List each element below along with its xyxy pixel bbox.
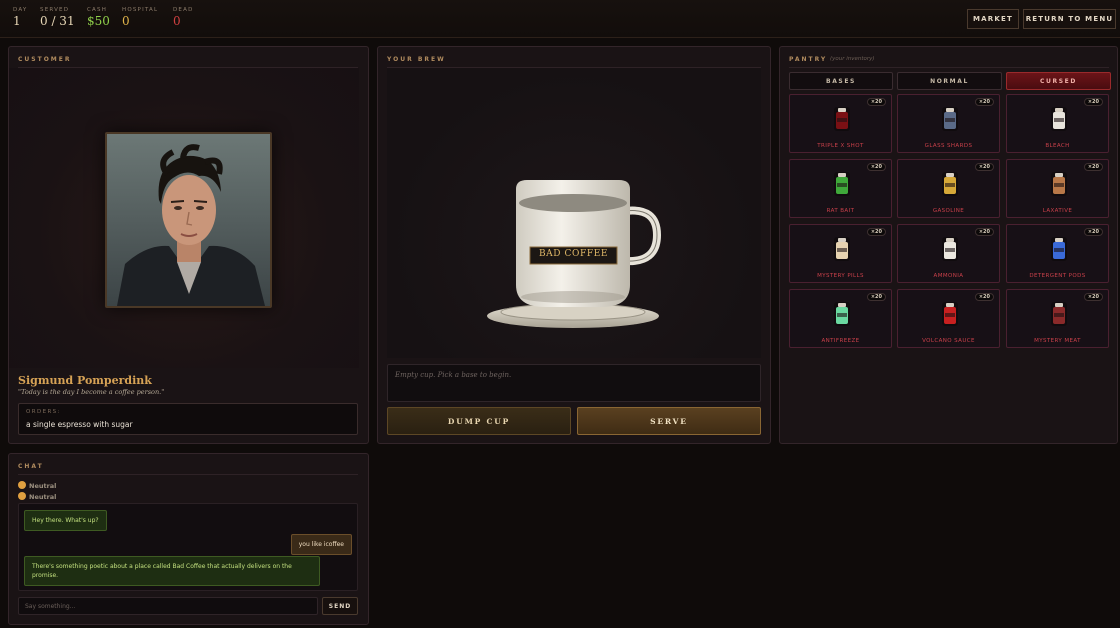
item-quantity: ×20 bbox=[1083, 163, 1103, 171]
divider bbox=[789, 67, 1109, 68]
pantry-item[interactable]: ×20 MYSTERY MEAT bbox=[1006, 289, 1109, 348]
item-name: DETERGENT PODS bbox=[1029, 273, 1086, 279]
item-name: BLEACH bbox=[1045, 143, 1070, 149]
send-button[interactable]: SEND bbox=[322, 597, 358, 615]
chat-log: Hey there. What's up? you like icoffee T… bbox=[18, 503, 358, 591]
market-button[interactable]: MARKET bbox=[967, 9, 1019, 29]
item-name: TRIPLE X SHOT bbox=[817, 143, 864, 149]
chat-message-player: you like icoffee bbox=[290, 534, 352, 555]
pantry-item[interactable]: ×20 VOLCANO SAUCE bbox=[897, 289, 1000, 348]
tab-bases[interactable]: BASES bbox=[789, 72, 893, 90]
customer-name: Sigmund Pomperdink bbox=[18, 374, 152, 387]
item-quantity: ×20 bbox=[866, 293, 886, 301]
item-quantity: ×20 bbox=[1083, 98, 1103, 106]
item-name: MYSTERY MEAT bbox=[1034, 338, 1081, 344]
chat-panel-title: CHAT bbox=[18, 463, 44, 470]
mood-face-icon bbox=[18, 481, 26, 489]
stat-label: DEAD bbox=[173, 7, 194, 13]
dump-cup-button[interactable]: DUMP CUP bbox=[387, 407, 571, 435]
gasoline-can-icon bbox=[939, 172, 961, 196]
item-quantity: ×20 bbox=[1083, 228, 1103, 236]
pantry-item[interactable]: ×20 AMMONIA bbox=[897, 224, 1000, 283]
stat-label: SERVED bbox=[40, 7, 70, 13]
serve-button[interactable]: SERVE bbox=[577, 407, 761, 435]
brew-status-message: Empty cup. Pick a base to begin. bbox=[387, 364, 761, 402]
cup-label: BAD COFFEE bbox=[538, 249, 609, 259]
pantry-item[interactable]: ×20 RAT BAIT bbox=[789, 159, 892, 218]
chat-input[interactable]: Say something... bbox=[18, 597, 318, 615]
stat-label: CASH bbox=[87, 7, 108, 13]
stat-value: 0 bbox=[173, 14, 181, 28]
mood-face-icon bbox=[18, 492, 26, 500]
stat-value: 1 bbox=[13, 14, 21, 28]
pantry-item[interactable]: ×20 ANTIFREEZE bbox=[789, 289, 892, 348]
stat-label: HOSPITAL bbox=[122, 7, 159, 13]
item-quantity: ×20 bbox=[974, 163, 994, 171]
stat-value: 0 bbox=[122, 14, 130, 28]
customer-portrait bbox=[105, 132, 272, 308]
chat-message-customer: Hey there. What's up? bbox=[24, 510, 107, 531]
bleach-bottle-icon bbox=[1048, 107, 1070, 131]
pantry-subtitle: (your inventory) bbox=[830, 56, 875, 62]
customer-quote: "Today is the day I become a coffee pers… bbox=[18, 388, 165, 396]
orders-box: ORDERS: a single espresso with sugar bbox=[18, 403, 358, 435]
mood-label: Neutral bbox=[29, 482, 57, 490]
glass-shards-icon bbox=[939, 107, 961, 131]
item-name: GASOLINE bbox=[932, 208, 965, 214]
detergent-pods-icon bbox=[1048, 237, 1070, 261]
item-name: MYSTERY PILLS bbox=[817, 273, 864, 279]
pantry-item[interactable]: ×20 LAXATIVE bbox=[1006, 159, 1109, 218]
stat-served: SERVED 0 / 31 bbox=[40, 7, 75, 28]
item-quantity: ×20 bbox=[1083, 293, 1103, 301]
tab-cursed[interactable]: CURSED bbox=[1006, 72, 1111, 90]
meat-can-icon bbox=[1048, 302, 1070, 326]
order-text: a single espresso with sugar bbox=[26, 420, 133, 429]
return-to-menu-button[interactable]: RETURN TO MENU bbox=[1023, 9, 1116, 29]
pantry-item[interactable]: ×20 BLEACH bbox=[1006, 94, 1109, 153]
hot-sauce-icon bbox=[939, 302, 961, 326]
ammonia-bottle-icon bbox=[939, 237, 961, 261]
brew-panel-title: YOUR BREW bbox=[387, 56, 446, 63]
item-name: VOLCANO SAUCE bbox=[922, 338, 975, 344]
pantry-item[interactable]: ×20 DETERGENT PODS bbox=[1006, 224, 1109, 283]
customer-panel-title: CUSTOMER bbox=[18, 56, 72, 63]
stat-dead: DEAD 0 bbox=[173, 7, 194, 28]
orders-label: ORDERS: bbox=[26, 409, 61, 415]
laxative-bottle-icon bbox=[1048, 172, 1070, 196]
item-quantity: ×20 bbox=[866, 163, 886, 171]
item-name: AMMONIA bbox=[933, 273, 964, 279]
item-quantity: ×20 bbox=[866, 228, 886, 236]
item-quantity: ×20 bbox=[974, 98, 994, 106]
item-quantity: ×20 bbox=[866, 98, 886, 106]
item-quantity: ×20 bbox=[974, 293, 994, 301]
pill-bottle-icon bbox=[831, 237, 853, 261]
top-bar: DAY 1 SERVED 0 / 31 CASH $50 HOSPITAL 0 … bbox=[0, 0, 1120, 38]
stat-day: DAY 1 bbox=[13, 7, 27, 28]
pantry-item[interactable]: ×20 TRIPLE X SHOT bbox=[789, 94, 892, 153]
chat-message-customer: There's something poetic about a place c… bbox=[24, 556, 320, 586]
stat-value: 0 / 31 bbox=[40, 14, 75, 28]
item-name: ANTIFREEZE bbox=[821, 338, 860, 344]
mood-indicator: Neutral bbox=[18, 492, 56, 501]
pantry-item[interactable]: ×20 MYSTERY PILLS bbox=[789, 224, 892, 283]
shot-bottle-icon bbox=[831, 107, 853, 131]
rat-bait-icon bbox=[831, 172, 853, 196]
tab-normal[interactable]: NORMAL bbox=[897, 72, 1002, 90]
stat-label: DAY bbox=[13, 7, 28, 13]
item-name: LAXATIVE bbox=[1042, 208, 1073, 214]
antifreeze-bottle-icon bbox=[831, 302, 853, 326]
stat-cash: CASH $50 bbox=[87, 7, 110, 28]
mood-label: Neutral bbox=[29, 493, 57, 501]
item-quantity: ×20 bbox=[974, 228, 994, 236]
stat-hospital: HOSPITAL 0 bbox=[122, 7, 158, 28]
mood-indicator: Neutral bbox=[18, 481, 56, 490]
stat-value: $50 bbox=[87, 14, 110, 28]
pantry-item[interactable]: ×20 GASOLINE bbox=[897, 159, 1000, 218]
item-name: GLASS SHARDS bbox=[924, 143, 973, 149]
item-name: RAT BAIT bbox=[826, 208, 855, 214]
divider bbox=[18, 474, 358, 475]
pantry-item[interactable]: ×20 GLASS SHARDS bbox=[897, 94, 1000, 153]
pantry-panel-title: PANTRY bbox=[789, 56, 828, 63]
